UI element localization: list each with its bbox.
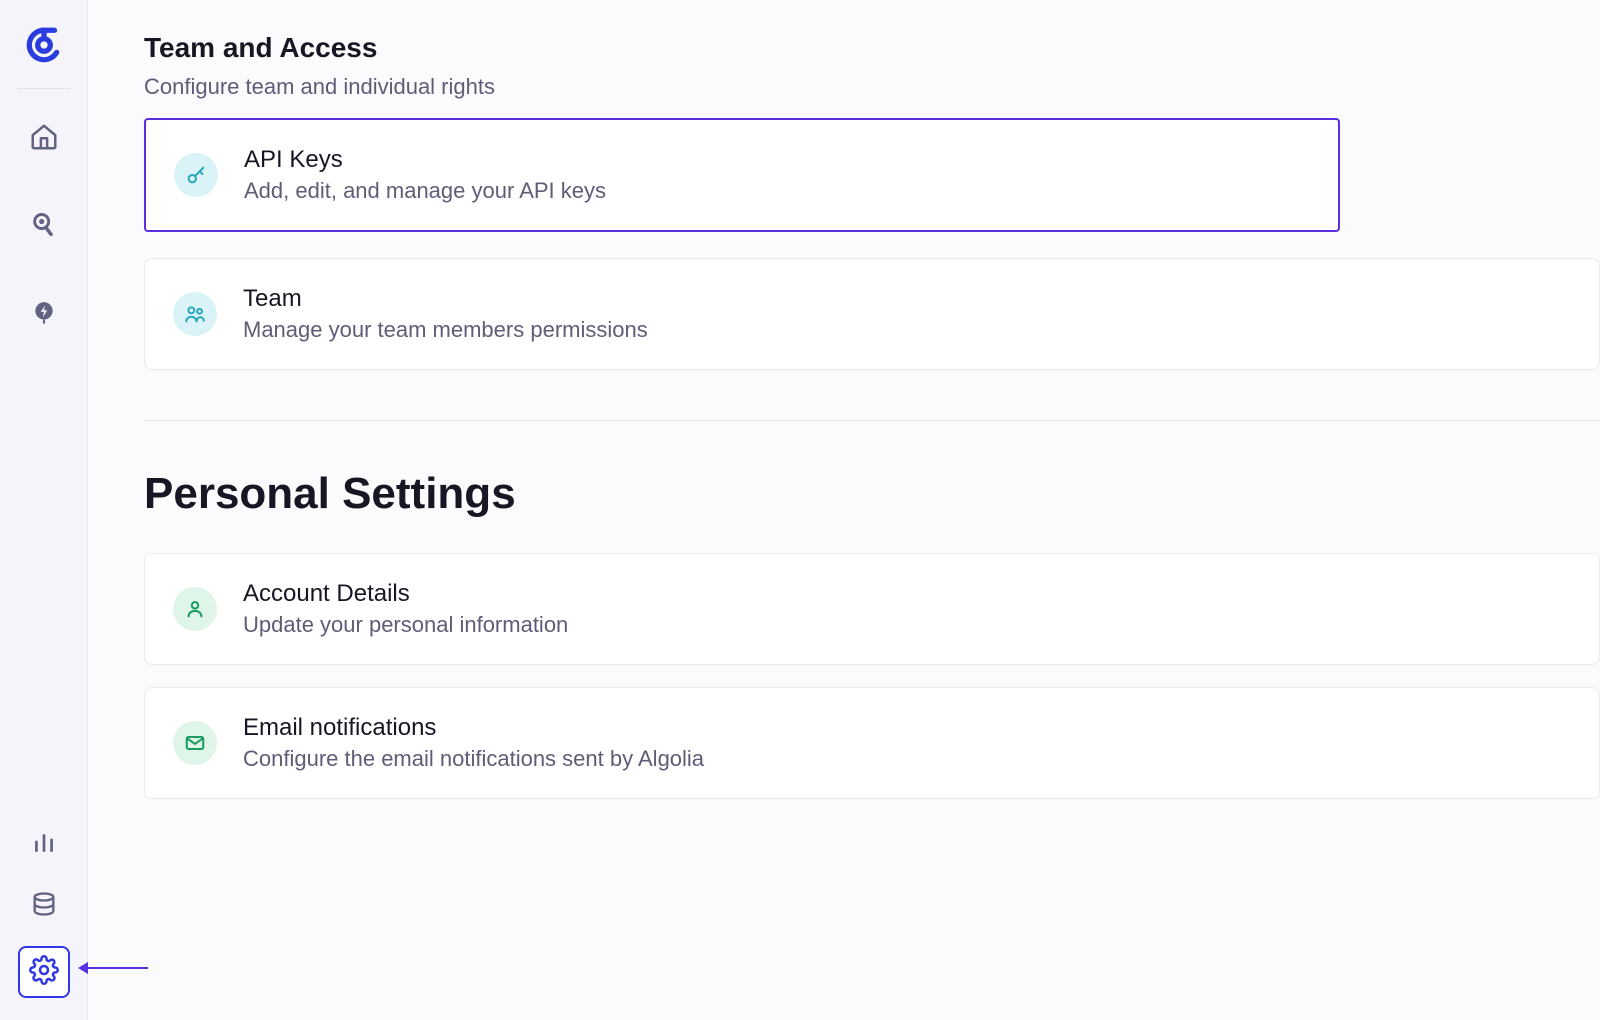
key-icon <box>174 153 218 197</box>
card-desc: Manage your team members permissions <box>243 317 648 343</box>
card-team[interactable]: Team Manage your team members permission… <box>144 258 1600 370</box>
settings-button[interactable] <box>18 946 70 998</box>
account-icon <box>173 587 217 631</box>
card-desc: Update your personal information <box>243 612 568 638</box>
sidebar-nav-bottom <box>0 822 87 998</box>
database-icon[interactable] <box>24 884 64 924</box>
sidebar-divider <box>17 88 69 89</box>
team-icon <box>173 292 217 336</box>
card-title: Team <box>243 285 648 313</box>
gear-icon <box>29 955 59 990</box>
search-icon[interactable] <box>24 205 64 245</box>
card-email-notifications[interactable]: Email notifications Configure the email … <box>144 687 1600 799</box>
card-api-keys[interactable]: API Keys Add, edit, and manage your API … <box>144 118 1340 232</box>
section-divider <box>144 420 1600 421</box>
card-title: API Keys <box>244 146 606 174</box>
section-title-personal: Personal Settings <box>144 469 1600 519</box>
sidebar-nav-top <box>24 117 64 333</box>
home-icon[interactable] <box>24 117 64 157</box>
mail-icon <box>173 721 217 765</box>
card-desc: Configure the email notifications sent b… <box>243 746 704 772</box>
card-account-details[interactable]: Account Details Update your personal inf… <box>144 553 1600 665</box>
card-title: Account Details <box>243 580 568 608</box>
algolia-logo[interactable] <box>23 24 65 66</box>
main-content: Team and Access Configure team and indiv… <box>88 0 1600 1020</box>
card-title: Email notifications <box>243 714 704 742</box>
analytics-icon[interactable] <box>24 822 64 862</box>
section-subtitle-team-access: Configure team and individual rights <box>144 74 1600 100</box>
card-desc: Add, edit, and manage your API keys <box>244 178 606 204</box>
sidebar <box>0 0 88 1020</box>
bolt-icon[interactable] <box>24 293 64 333</box>
section-title-team-access: Team and Access <box>144 32 1600 64</box>
